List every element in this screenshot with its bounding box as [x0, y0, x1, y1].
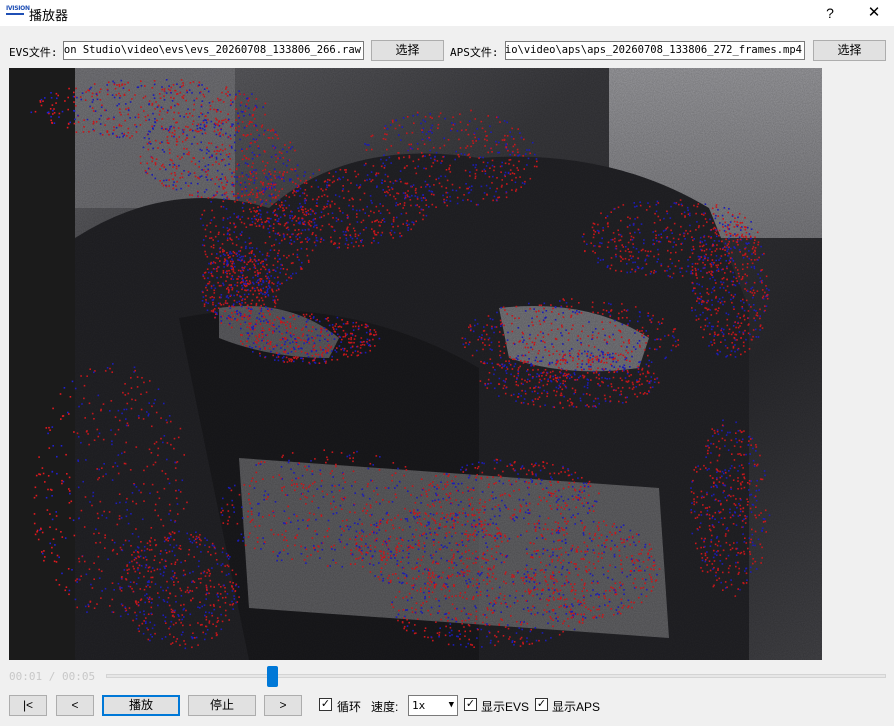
show-aps-label: 显示APS — [552, 700, 601, 714]
checkmark-icon: ✓ — [536, 698, 547, 710]
timeline-handle[interactable] — [267, 666, 279, 687]
play-button[interactable]: 播放 — [102, 695, 180, 716]
loop-checkbox[interactable]: ✓ — [319, 698, 332, 711]
chevron-down-icon: ▼ — [448, 700, 454, 710]
title-bar: IVISION 播放器 ? ✕ — [0, 0, 894, 26]
speed-label: 速度: — [371, 700, 399, 714]
evs-choose-button[interactable]: 选择 — [371, 40, 444, 61]
checkmark-icon: ✓ — [465, 698, 476, 710]
first-frame-button[interactable]: |< — [9, 695, 47, 716]
video-frame-image — [9, 68, 822, 660]
aps-file-label: APS文件: — [450, 46, 499, 59]
next-frame-button[interactable]: > — [264, 695, 302, 716]
help-button[interactable]: ? — [819, 3, 841, 23]
stop-button[interactable]: 停止 — [188, 695, 256, 716]
close-button[interactable]: ✕ — [860, 3, 888, 23]
aps-file-input[interactable]: C:\Users\user\Documents\IVision Studio\v… — [505, 41, 805, 60]
app-logo-icon: IVISION — [6, 4, 30, 20]
show-evs-checkbox[interactable]: ✓ — [464, 698, 477, 711]
aps-choose-button[interactable]: 选择 — [813, 40, 886, 61]
prev-frame-button[interactable]: < — [56, 695, 94, 716]
show-evs-label: 显示EVS — [481, 700, 530, 714]
window-title: 播放器 — [29, 8, 69, 23]
video-display — [9, 68, 822, 660]
checkmark-icon: ✓ — [320, 698, 331, 710]
evs-file-label: EVS文件: — [9, 46, 58, 59]
show-aps-checkbox[interactable]: ✓ — [535, 698, 548, 711]
time-readout: 00:01 / 00:05 — [9, 670, 96, 683]
evs-file-input[interactable]: C:\Users\user\Documents\IVision Studio\v… — [63, 41, 364, 60]
loop-label: 循环 — [337, 700, 362, 714]
timeline-track[interactable] — [106, 674, 886, 678]
speed-select[interactable]: 1x ▼ — [408, 695, 458, 716]
